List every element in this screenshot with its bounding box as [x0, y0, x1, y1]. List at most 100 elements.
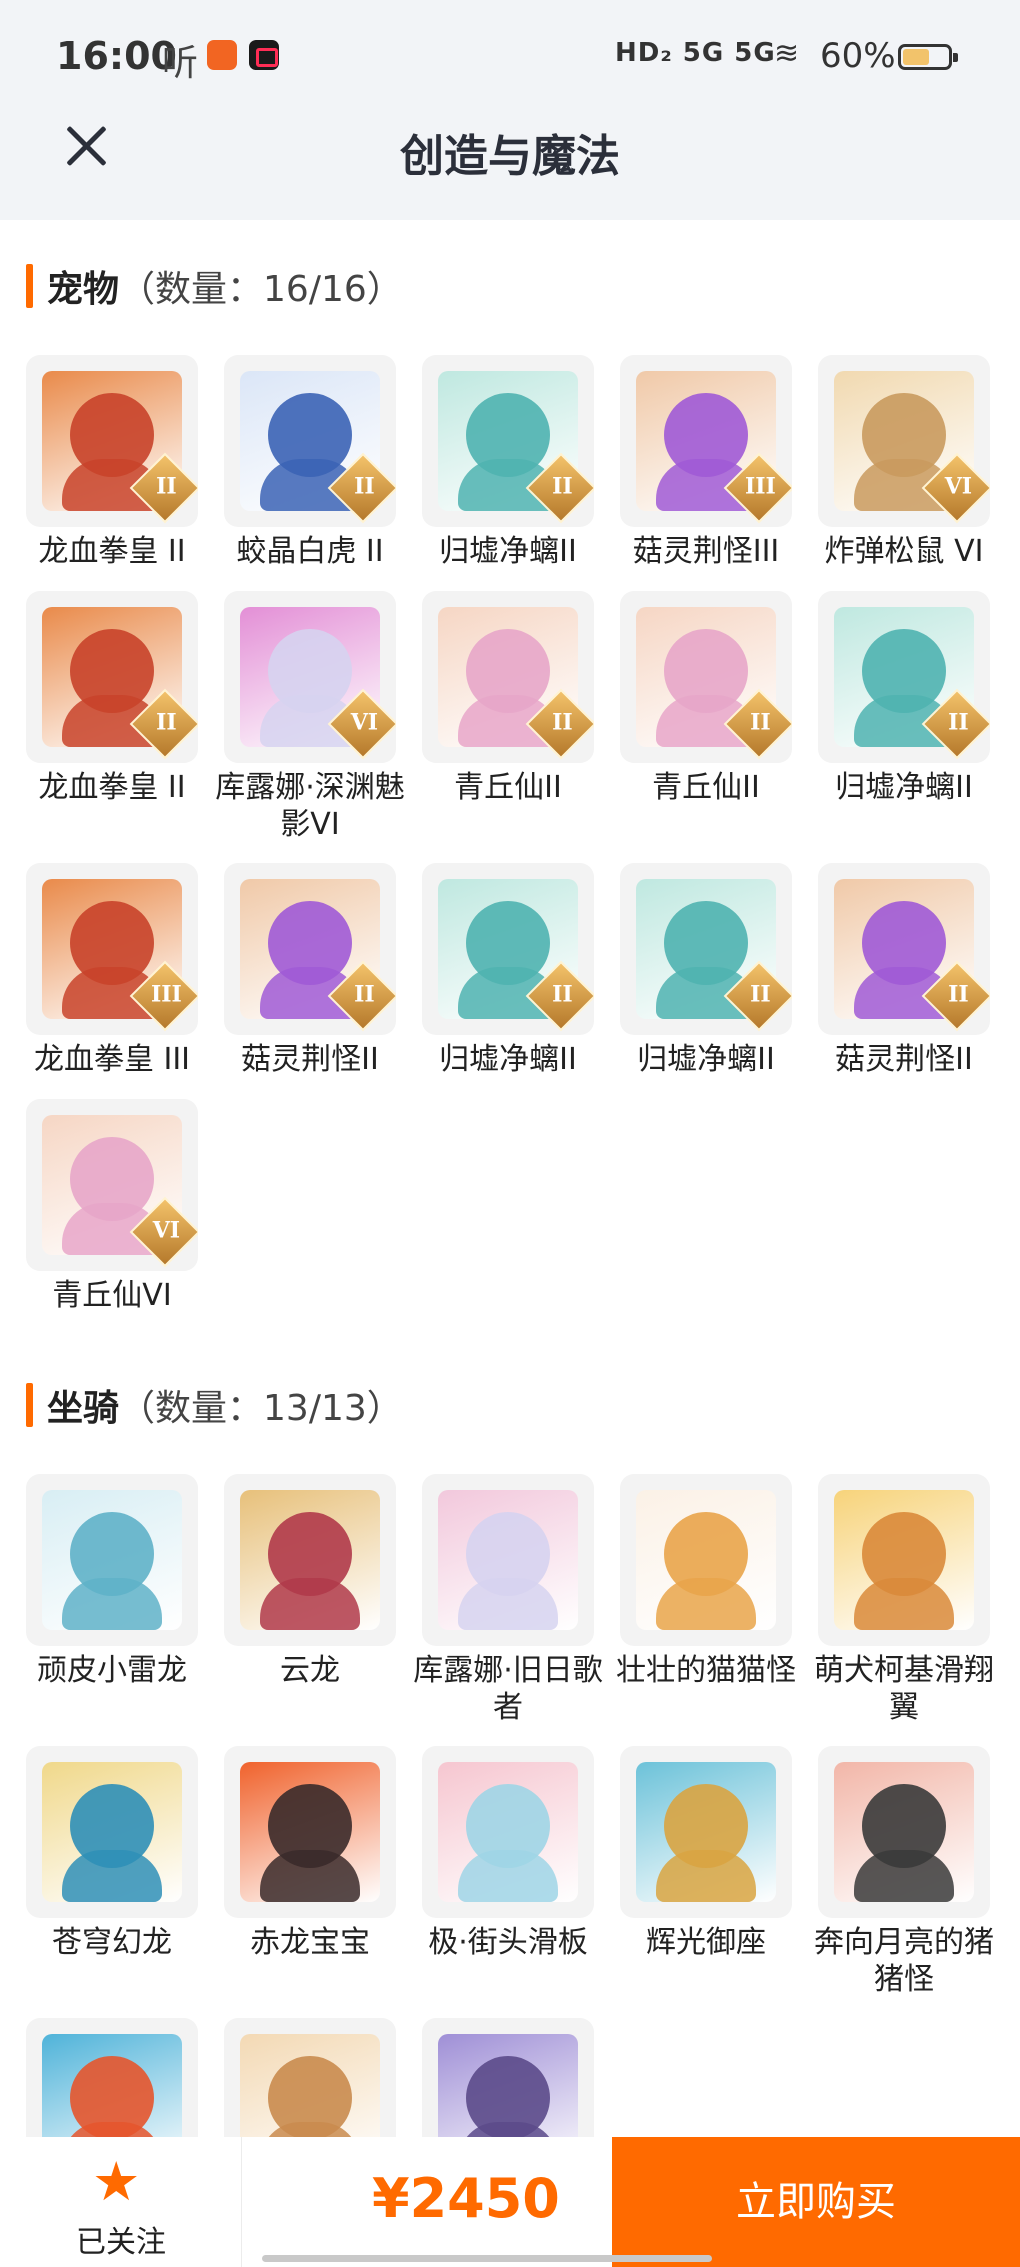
pets-section-header: 宠物 （数量：16/16） [26, 261, 403, 311]
tier-badge-text: II [156, 709, 177, 736]
pet-thumbnail: II [224, 355, 396, 527]
pet-thumbnail: II [422, 863, 594, 1035]
follow-label: 已关注 [76, 2225, 166, 2260]
pet-image-head [862, 393, 946, 477]
tier-badge-text: II [552, 709, 573, 736]
pet-name: 龙血拳皇 II [38, 534, 186, 569]
pet-image-head [862, 629, 946, 713]
status-time: 16:00 [56, 34, 177, 78]
pet-thumbnail: VI [224, 591, 396, 763]
mount-image-head [466, 1784, 550, 1868]
mount-name: 顽皮小雷龙 [37, 1653, 187, 1688]
pet-name: 龙血拳皇 II [38, 770, 186, 805]
pets-section-count: （数量：16/16） [119, 269, 403, 310]
mount-thumbnail [620, 1474, 792, 1646]
mount-image-head [862, 1512, 946, 1596]
pet-thumbnail: II [224, 863, 396, 1035]
pet-image-head [70, 901, 154, 985]
tier-badge-text: II [354, 981, 375, 1008]
home-indicator [262, 2255, 712, 2262]
pet-image-head [466, 901, 550, 985]
mount-image-head [466, 2056, 550, 2140]
status-bar: 16:00 听 HD₂ 5G 5G ≋ 60% [0, 0, 1020, 112]
mount-image-head [268, 2056, 352, 2140]
mounts-section-title: 坐骑 [47, 1388, 120, 1429]
pets-section-title: 宠物 [47, 269, 120, 310]
mount-image [636, 1762, 776, 1902]
pet-image-head [664, 629, 748, 713]
tier-badge-text: II [750, 981, 771, 1008]
mount-image-head [70, 1784, 154, 1868]
mounts-section-count: （数量：13/13） [119, 1388, 403, 1429]
pet-image-head [862, 901, 946, 985]
listen-indicator: 听 [162, 43, 199, 84]
pet-thumbnail: III [620, 355, 792, 527]
mount-name: 云龙 [280, 1653, 340, 1688]
tier-badge-text: II [156, 473, 177, 500]
mount-image [42, 1490, 182, 1630]
tier-badge-text: III [744, 473, 776, 500]
mount-image-head [862, 1784, 946, 1868]
mount-name: 辉光御座 [646, 1925, 766, 1960]
mount-thumbnail [26, 1474, 198, 1646]
mount-image [834, 1490, 974, 1630]
pet-image-head [466, 629, 550, 713]
pet-thumbnail: II [818, 591, 990, 763]
pet-name: 归墟净螭II [439, 534, 577, 569]
pet-thumbnail: II [620, 591, 792, 763]
pet-image-head [70, 1137, 154, 1221]
pet-image-head [70, 629, 154, 713]
pet-name: 青丘仙II [454, 770, 562, 805]
pet-image-head [466, 393, 550, 477]
screen-record-icon [249, 40, 279, 70]
mount-image [438, 1490, 578, 1630]
mount-thumbnail [620, 1746, 792, 1918]
pet-name: 青丘仙VI [52, 1278, 172, 1313]
pet-name: 归墟净螭II [637, 1042, 775, 1077]
battery-icon [898, 44, 958, 70]
mount-image [240, 1490, 380, 1630]
mount-image [240, 1762, 380, 1902]
mount-thumbnail [422, 1746, 594, 1918]
price: ¥2450 [372, 2167, 560, 2230]
mount-name: 壮壮的猫猫怪 [616, 1653, 796, 1688]
pet-name: 青丘仙II [652, 770, 760, 805]
mount-image-head [466, 1512, 550, 1596]
mount-name: 赤龙宝宝 [250, 1925, 370, 1960]
mount-thumbnail [26, 1746, 198, 1918]
page-title: 创造与魔法 [400, 131, 620, 182]
pet-image-head [70, 393, 154, 477]
pet-name: 菇灵荆怪II [835, 1042, 973, 1077]
pet-name: 龙血拳皇 III [33, 1042, 191, 1077]
pet-image-head [268, 901, 352, 985]
pet-image-head [268, 629, 352, 713]
mount-thumbnail [818, 1746, 990, 1918]
pet-name: 菇灵荆怪III [632, 534, 780, 569]
tier-badge-text: II [750, 709, 771, 736]
mount-name: 苍穹幻龙 [52, 1925, 172, 1960]
pet-image-head [268, 393, 352, 477]
tier-badge-text: II [948, 981, 969, 1008]
tier-badge-text: II [552, 981, 573, 1008]
pet-image-head [664, 901, 748, 985]
tier-badge-text: II [552, 473, 573, 500]
pet-thumbnail: II [818, 863, 990, 1035]
section-accent-bar [26, 264, 33, 308]
wifi-icon: ≋ [774, 36, 800, 71]
pet-thumbnail: II [422, 591, 594, 763]
tier-badge-text: II [948, 709, 969, 736]
tier-badge-text: II [354, 473, 375, 500]
pet-thumbnail: III [26, 863, 198, 1035]
top-area: 16:00 听 HD₂ 5G 5G ≋ 60% 创造与魔法 [0, 0, 1020, 220]
pet-thumbnail: II [26, 355, 198, 527]
pet-name: 库露娜·深渊魅影VI [215, 770, 405, 842]
mount-image [636, 1490, 776, 1630]
mount-thumbnail [422, 1474, 594, 1646]
buy-now-button[interactable]: 立即购买 [612, 2137, 1020, 2267]
pet-name: 菇灵荆怪II [241, 1042, 379, 1077]
mount-image-head [70, 2056, 154, 2140]
follow-button[interactable]: ★ 已关注 [0, 2137, 242, 2267]
battery-text: 60% [820, 36, 896, 76]
pet-name: 蛟晶白虎 II [236, 534, 384, 569]
pet-image-head [664, 393, 748, 477]
